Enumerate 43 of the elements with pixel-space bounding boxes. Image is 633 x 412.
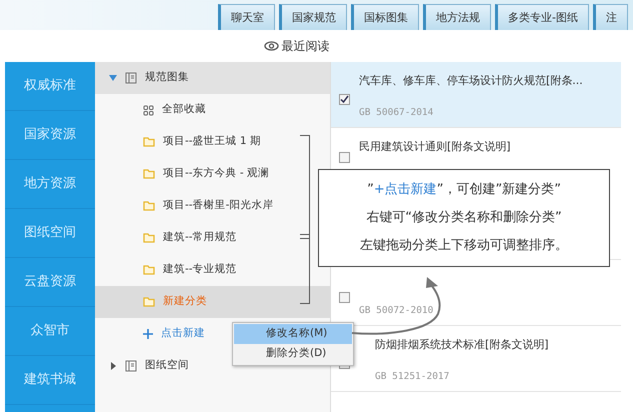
folder-icon <box>143 201 155 211</box>
tree-item[interactable]: 项目--东方今典 - 观澜 <box>163 166 270 182</box>
menu-item[interactable]: 修改名称(M) <box>234 324 352 344</box>
collapsed-triangle-icon[interactable] <box>109 362 117 370</box>
nav-tab[interactable]: 聊天室 <box>218 4 275 30</box>
grid-icon <box>143 104 154 116</box>
tree-item[interactable]: 项目--香榭里-阳光水岸 <box>163 198 274 214</box>
folder-icon <box>143 169 155 179</box>
document-title[interactable]: 汽车库、修车库、停车场设计防火规范[附条... <box>359 73 621 90</box>
tree-item[interactable]: 建筑--专业规范 <box>163 262 237 278</box>
nav-tab[interactable]: 地方法规 <box>423 4 491 30</box>
checkbox[interactable] <box>339 94 350 105</box>
callout-text: ”+点击新建”，可创建”新建分类” <box>366 181 562 199</box>
document-code: GB 51251-2017 <box>375 370 450 384</box>
book-icon <box>125 72 137 84</box>
folder-icon <box>143 233 155 243</box>
nav-tab[interactable]: 国标图集 <box>351 4 419 30</box>
document-title[interactable]: 防烟排烟系统技术标准[附条文说明] <box>375 337 621 354</box>
plus-icon <box>143 329 153 339</box>
folder-icon <box>143 297 155 307</box>
folder-icon <box>143 137 155 147</box>
tree-item[interactable]: 规范图集 <box>145 70 189 86</box>
tree-item[interactable]: 全部收藏 <box>162 102 206 118</box>
book-icon <box>125 360 137 372</box>
checkbox[interactable] <box>339 292 350 303</box>
nav-tab[interactable]: 国家规范 <box>279 4 347 30</box>
expanded-triangle-icon[interactable] <box>109 74 117 82</box>
eye-icon <box>264 41 278 51</box>
callout-text: 左键拖动分类上下移动可调整排序。 <box>359 237 569 255</box>
recent-reading-link[interactable]: 最近阅读 <box>282 37 330 55</box>
nav-tab[interactable]: 多类专业-图纸 <box>495 4 589 30</box>
tree-item[interactable]: 建筑--常用规范 <box>163 230 237 246</box>
document-code: GB 50067-2014 <box>359 106 434 120</box>
menu-item[interactable]: 删除分类(D) <box>234 344 352 364</box>
document-title[interactable]: 民用建筑设计通则[附条文说明] <box>359 139 621 156</box>
folder-icon <box>143 265 155 275</box>
checkbox[interactable] <box>339 152 350 163</box>
add-category-link[interactable]: 点击新建 <box>161 326 205 342</box>
callout-text: 右键可“修改分类名称和删除分类” <box>365 209 563 227</box>
nav-tab[interactable]: 注 <box>592 4 628 30</box>
tree-item[interactable]: 图纸空间 <box>145 358 189 374</box>
tree-item[interactable]: 项目--盛世王城 1 期 <box>163 134 261 150</box>
document-code: GB 50072-2010 <box>359 304 434 318</box>
